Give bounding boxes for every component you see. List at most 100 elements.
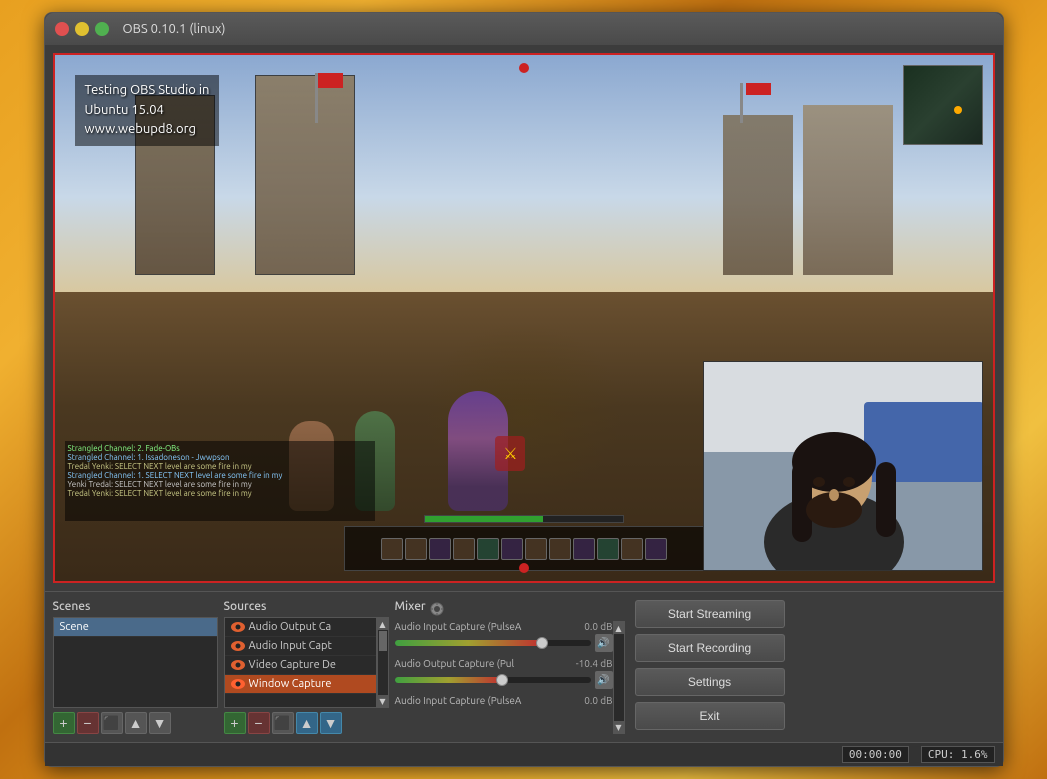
mixer-label: Mixer [395, 600, 426, 613]
move-scene-up-button[interactable]: ▲ [125, 712, 147, 734]
filter-scene-button[interactable]: ⬛ [101, 712, 123, 734]
source-item-window-capture[interactable]: Window Capture [225, 675, 376, 694]
titlebar: OBS 0.10.1 (linux) [45, 13, 1003, 45]
section-buttons: Start Streaming Start Recording Settings… [635, 600, 785, 734]
remove-scene-button[interactable]: − [77, 712, 99, 734]
track-1-fader[interactable] [395, 640, 591, 646]
mixer-track-2: Audio Output Capture (Pul -10.4 dB 🔊 [395, 658, 613, 689]
scenes-label: Scenes [53, 600, 218, 613]
track-2-thumb[interactable] [496, 674, 508, 686]
action-slot [381, 538, 403, 560]
track-1-mute[interactable]: 🔊 [595, 634, 613, 652]
sources-list[interactable]: Audio Output Ca Audio Input Capt Video C… [224, 617, 377, 708]
exit-button[interactable]: Exit [635, 702, 785, 730]
track-3-db: 0.0 dB [584, 695, 612, 706]
filter-source-button[interactable]: ⬛ [272, 712, 294, 734]
flag-pole-2 [740, 83, 743, 123]
source-item-video-capture[interactable]: Video Capture De [225, 656, 376, 675]
faction-symbol: ⚔ [495, 436, 525, 471]
sources-label: Sources [224, 600, 389, 613]
chat-line: Tredal Yenki: SELECT NEXT level are some… [68, 462, 372, 471]
marker-bottom [519, 563, 529, 573]
track-2-db: -10.4 dB [576, 658, 613, 669]
sources-scrollbar[interactable]: ▲ ▼ [377, 617, 389, 708]
minimap-player [954, 106, 962, 114]
track-1-thumb[interactable] [536, 637, 548, 649]
health-bar-bg [424, 515, 624, 523]
main-window: OBS 0.10.1 (linux) ⚔ [44, 12, 1004, 767]
source-name: Audio Output Ca [249, 621, 332, 633]
add-scene-button[interactable]: + [53, 712, 75, 734]
action-slot [645, 538, 667, 560]
visibility-icon[interactable] [231, 622, 245, 632]
status-bar: 00:00:00 CPU: 1.6% [45, 742, 1003, 766]
overlay-line1: Testing OBS Studio in [85, 81, 210, 101]
chat-line: Tredal Yenki: SELECT NEXT level are some… [68, 489, 372, 498]
track-2-fader[interactable] [395, 677, 591, 683]
status-time: 00:00:00 [842, 746, 909, 763]
chat-line: Strangled Channel: 1. SELECT NEXT level … [68, 471, 372, 480]
mixer-header: Mixer [395, 600, 625, 617]
scenes-list[interactable]: Scene [53, 617, 218, 708]
action-slot [525, 538, 547, 560]
move-source-up-button[interactable]: ▲ [296, 712, 318, 734]
source-item-audio-output[interactable]: Audio Output Ca [225, 618, 376, 637]
flag-1 [318, 73, 343, 88]
game-overlay: Testing OBS Studio in Ubuntu 15.04 www.w… [75, 75, 220, 146]
overlay-line3: www.webupd8.org [85, 120, 210, 140]
scene-item[interactable]: Scene [54, 618, 217, 637]
mixer-tracks: Audio Input Capture (PulseA 0.0 dB 🔊 [395, 621, 613, 734]
settings-button[interactable]: Settings [635, 668, 785, 696]
track-1-slider-row: 🔊 [395, 634, 613, 652]
visibility-icon[interactable] [231, 641, 245, 651]
hud-minimap [903, 65, 983, 145]
mixer-scroll-down[interactable]: ▼ [614, 721, 624, 733]
panel-sections: Scenes Scene + − ⬛ ▲ ▼ Sources [45, 592, 1003, 742]
move-source-down-button[interactable]: ▼ [320, 712, 342, 734]
track-2-mute[interactable]: 🔊 [595, 671, 613, 689]
minimize-button[interactable] [75, 22, 89, 36]
game-tower-2 [255, 75, 355, 275]
add-source-button[interactable]: + [224, 712, 246, 734]
health-bar-fill [425, 516, 544, 522]
track-2-fill [395, 677, 503, 683]
remove-source-button[interactable]: − [248, 712, 270, 734]
status-cpu: CPU: 1.6% [921, 746, 995, 763]
webcam-overlay [703, 361, 983, 571]
mixer-track-3: Audio Input Capture (PulseA 0.0 dB [395, 695, 613, 706]
start-recording-button[interactable]: Start Recording [635, 634, 785, 662]
chat-line: Strangled Channel: 2. Fade-OBs [68, 444, 372, 453]
scroll-track [378, 630, 388, 695]
marker-top [519, 63, 529, 73]
bottom-panel: Scenes Scene + − ⬛ ▲ ▼ Sources [45, 591, 1003, 766]
track-1-name: Audio Input Capture (PulseA [395, 621, 522, 632]
track-2-label: Audio Output Capture (Pul -10.4 dB [395, 658, 613, 669]
start-streaming-button[interactable]: Start Streaming [635, 600, 785, 628]
track-1-label: Audio Input Capture (PulseA 0.0 dB [395, 621, 613, 632]
maximize-button[interactable] [95, 22, 109, 36]
visibility-icon[interactable] [231, 679, 245, 689]
visibility-icon[interactable] [231, 660, 245, 670]
mixer-scroll-track [614, 634, 624, 721]
close-button[interactable] [55, 22, 69, 36]
flag-2 [746, 83, 771, 95]
chat-area: Strangled Channel: 2. Fade-OBs Strangled… [65, 441, 375, 521]
game-tower-3 [723, 115, 793, 275]
action-slot [405, 538, 427, 560]
overlay-line2: Ubuntu 15.04 [85, 101, 210, 121]
chat-line: Yenki Tredal: SELECT NEXT level are some… [68, 480, 372, 489]
scroll-up-arrow[interactable]: ▲ [378, 618, 388, 630]
mixer-scrollbar[interactable]: ▲ ▼ [613, 621, 625, 734]
action-slot [621, 538, 643, 560]
source-item-audio-input[interactable]: Audio Input Capt [225, 637, 376, 656]
mixer-scroll-up[interactable]: ▲ [614, 622, 624, 634]
scroll-down-arrow[interactable]: ▼ [378, 695, 388, 707]
mixer-settings-icon[interactable] [430, 602, 444, 616]
track-1-db: 0.0 dB [584, 621, 612, 632]
action-slot [549, 538, 571, 560]
action-slot [573, 538, 595, 560]
track-1-fill [395, 640, 542, 646]
mixer-inner: Audio Input Capture (PulseA 0.0 dB 🔊 [395, 621, 625, 734]
move-scene-down-button[interactable]: ▼ [149, 712, 171, 734]
action-slot [453, 538, 475, 560]
